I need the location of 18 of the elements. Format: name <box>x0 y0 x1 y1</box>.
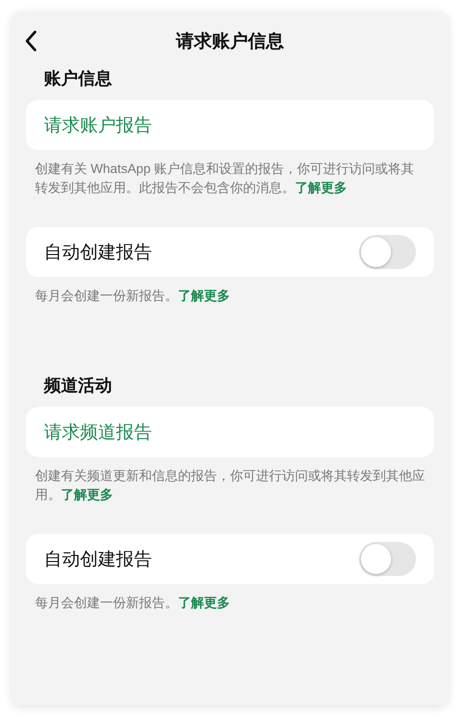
learn-more-link[interactable]: 了解更多 <box>61 487 113 502</box>
learn-more-link[interactable]: 了解更多 <box>178 595 230 610</box>
section-title: 账户信息 <box>44 68 113 90</box>
toggle-switch[interactable] <box>359 542 416 576</box>
learn-more-link[interactable]: 了解更多 <box>178 288 230 303</box>
toggle-note: 每月会创建一份新报告。了解更多 <box>34 594 231 612</box>
back-icon <box>24 30 38 52</box>
toggle-label: 自动创建报告 <box>44 548 152 570</box>
request-report-button[interactable]: 请求账户报告 <box>26 100 434 150</box>
request-report-button[interactable]: 请求频道报告 <box>26 407 434 457</box>
section-title: 频道活动 <box>44 375 113 397</box>
learn-more-link[interactable]: 了解更多 <box>295 180 347 195</box>
toggle-note: 每月会创建一份新报告。了解更多 <box>34 287 231 305</box>
description-text: 创建有关 WhatsApp 账户信息和设置的报告，你可进行访问或将其转发到其他应用。此报告不会包含你的消息。了解更多 <box>34 160 416 197</box>
description-text: 创建有关频道更新和信息的报告，你可进行访问或将其转发到其他应用。了解更多 <box>34 467 426 504</box>
page-title: 请求账户信息 <box>176 30 284 52</box>
toggle-label: 自动创建报告 <box>44 240 152 264</box>
toggle-switch[interactable] <box>359 235 416 269</box>
